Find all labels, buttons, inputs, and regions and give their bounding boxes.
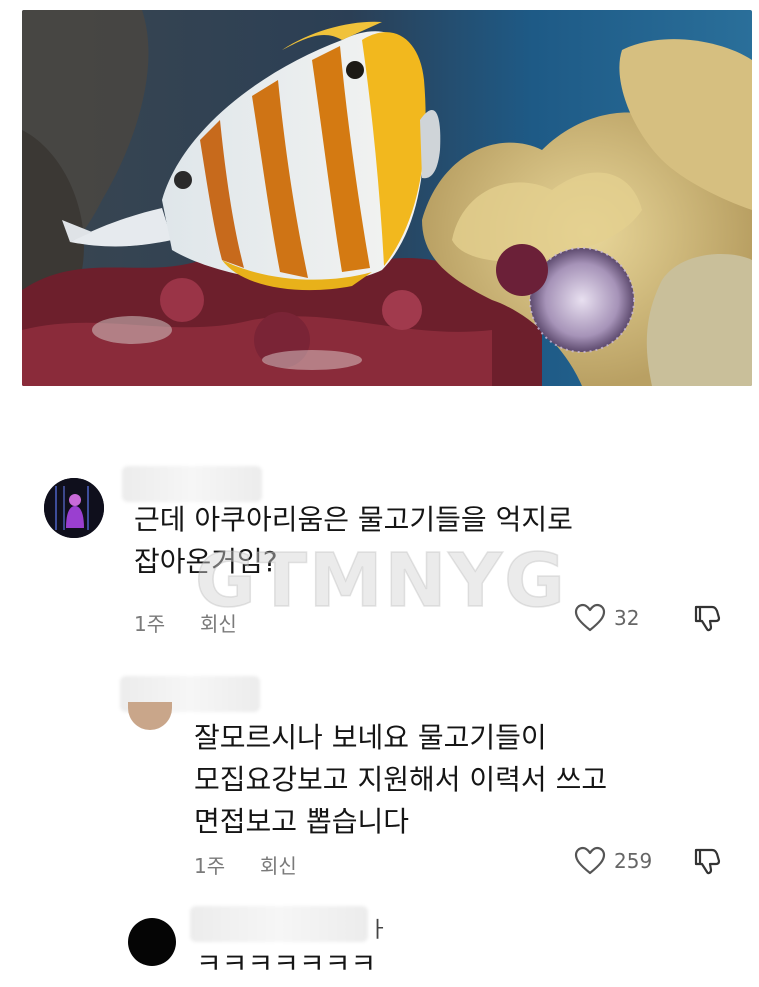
blurred-username bbox=[122, 466, 262, 502]
comment-text-line: ㅋㅋㅋㅋㅋㅋㅋ bbox=[196, 947, 377, 980]
butterflyfish-image bbox=[22, 10, 752, 386]
comment-text-line: 잡아온거임? bbox=[134, 545, 278, 578]
avatar[interactable] bbox=[44, 478, 104, 538]
avatar[interactable] bbox=[128, 918, 176, 966]
reply-button[interactable]: 회신 bbox=[200, 608, 237, 637]
dislike-button[interactable] bbox=[692, 603, 722, 637]
comment-time: 1주 bbox=[134, 612, 166, 636]
like-count: 32 bbox=[614, 606, 640, 630]
heart-outline-icon bbox=[574, 603, 606, 632]
comment-text-line: 잘모르시나 보네요 물고기들이 bbox=[194, 721, 547, 754]
username-fragment: ㅏ bbox=[368, 918, 389, 943]
comment-text-line: 면접보고 뽑습니다 bbox=[194, 805, 409, 838]
blurred-username bbox=[190, 906, 368, 942]
avatar[interactable] bbox=[128, 702, 172, 730]
comment-time: 1주 bbox=[194, 854, 226, 878]
aquarium-photo bbox=[22, 10, 752, 386]
like-count: 259 bbox=[614, 849, 653, 873]
thumbs-down-icon bbox=[694, 605, 721, 632]
comment-text-line: 근데 아쿠아리움은 물고기들을 억지로 bbox=[134, 503, 573, 536]
avatar-image bbox=[44, 478, 104, 538]
thumbs-down-icon bbox=[694, 848, 721, 875]
dislike-button[interactable] bbox=[692, 846, 722, 880]
comment-text-line: 모집요강보고 지원해서 이력서 쓰고 bbox=[194, 763, 608, 796]
like-button[interactable]: 32 bbox=[574, 603, 639, 633]
heart-outline-icon bbox=[574, 846, 606, 875]
like-button[interactable]: 259 bbox=[574, 846, 652, 876]
reply-button[interactable]: 회신 bbox=[260, 850, 297, 879]
